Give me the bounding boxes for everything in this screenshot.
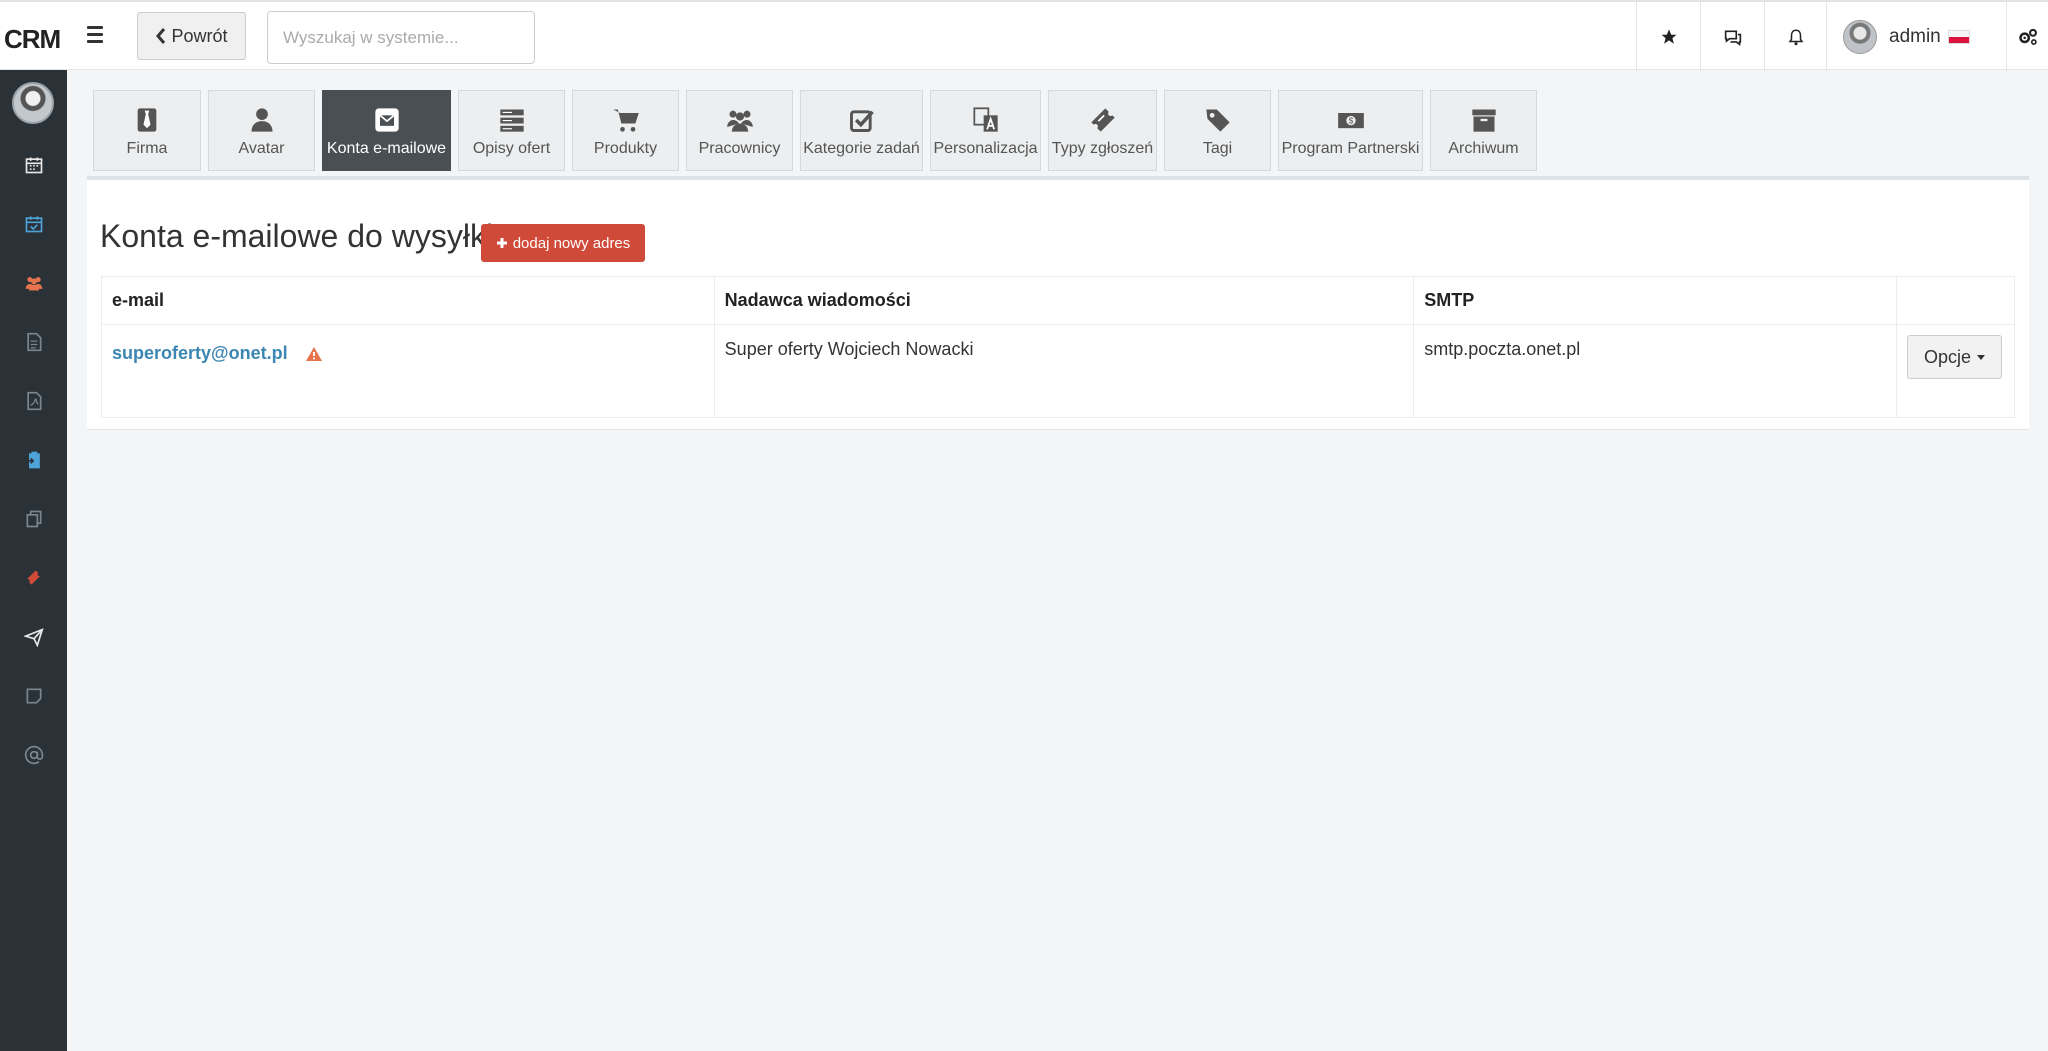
user-menu[interactable]: admin — [1826, 2, 2006, 72]
search-input[interactable] — [267, 11, 535, 64]
tab-firma[interactable]: Firma — [93, 90, 201, 171]
chevron-left-icon — [156, 28, 166, 44]
settings-tabs: Firma Avatar Konta e-mailowe Opisy ofert… — [93, 90, 1544, 172]
chat-icon — [1724, 30, 1741, 46]
tab-archiwum[interactable]: Archiwum — [1430, 90, 1537, 171]
checkbox-icon — [849, 110, 874, 132]
bell-icon — [1788, 29, 1803, 46]
sidebar-item-pdf[interactable] — [0, 379, 67, 423]
sidebar-item-notes[interactable] — [0, 674, 67, 718]
money-icon: $ — [1337, 113, 1364, 129]
copy-icon — [26, 510, 42, 528]
tab-tagi[interactable]: Tagi — [1164, 90, 1271, 171]
column-header-email: e-mail — [101, 276, 715, 325]
tab-avatar[interactable]: Avatar — [208, 90, 315, 171]
users-icon — [25, 277, 42, 291]
file-pdf-icon — [26, 391, 41, 411]
add-new-address-label: dodaj nowy adres — [512, 234, 631, 252]
email-link[interactable]: superoferty@onet.pl — [112, 343, 288, 363]
file-text-icon — [26, 332, 41, 352]
tab-typy-zgloszen[interactable]: Typy zgłoszeń — [1048, 90, 1157, 171]
star-icon — [1661, 29, 1676, 44]
sidebar-item-copy[interactable] — [0, 497, 67, 541]
back-button[interactable]: Powrót — [137, 12, 246, 60]
users-icon — [726, 110, 753, 132]
tab-program-partnerski[interactable]: $ Program Partnerski — [1278, 90, 1423, 171]
sidebar — [0, 70, 67, 1051]
sidebar-item-calendar[interactable] — [0, 143, 67, 187]
tab-personalizacja[interactable]: Personalizacja — [930, 90, 1041, 171]
at-sign-icon — [24, 745, 43, 765]
column-header-smtp: SMTP — [1413, 276, 1897, 325]
tab-pracownicy[interactable]: Pracownicy — [686, 90, 793, 171]
calendar-check-icon — [25, 216, 42, 233]
ticket-icon — [1090, 108, 1115, 132]
email-cell: superoferty@onet.pl — [101, 324, 715, 418]
user-icon — [251, 108, 272, 132]
favorites-button[interactable] — [1636, 2, 1700, 72]
username: admin — [1889, 26, 1971, 48]
smtp-cell: smtp.poczta.onet.pl — [1413, 324, 1897, 418]
ticket-icon — [26, 570, 41, 585]
add-new-address-button[interactable]: dodaj nowy adres — [481, 224, 645, 262]
page-title: Konta e-mailowe do wysyłki — [100, 218, 494, 254]
gears-icon — [2018, 28, 2037, 45]
caret-down-icon — [1977, 354, 1985, 360]
sticky-note-icon — [26, 688, 41, 704]
column-header-sender: Nadawca wiadomości — [713, 276, 1415, 325]
sidebar-item-contacts[interactable] — [0, 261, 67, 305]
table-row: superoferty@onet.pl Super oferty Wojciec… — [101, 324, 2016, 418]
sidebar-item-tasks[interactable] — [0, 202, 67, 246]
calendar-icon — [25, 157, 42, 174]
sender-cell: Super oferty Wojciech Nowacki — [713, 324, 1415, 418]
poland-flag-icon — [1948, 29, 1971, 44]
tab-opisy-ofert[interactable]: Opisy ofert — [458, 90, 565, 171]
tab-kategorie-zadan[interactable]: Kategorie zadań — [800, 90, 923, 171]
tie-icon — [137, 108, 157, 132]
email-accounts-table: e-mail Nadawca wiadomości SMTP superofer… — [101, 276, 2016, 418]
warning-icon[interactable] — [305, 346, 323, 362]
archive-icon — [1471, 109, 1496, 132]
back-button-label: Powrót — [171, 25, 228, 46]
table-header-row: e-mail Nadawca wiadomości SMTP — [101, 276, 2016, 325]
actions-cell: Opcje — [1895, 324, 2016, 418]
envelope-icon — [374, 108, 399, 132]
options-label: Opcje — [1923, 346, 1971, 367]
sidebar-item-email[interactable] — [0, 733, 67, 777]
settings-button[interactable] — [2006, 2, 2048, 72]
tags-icon — [1205, 109, 1230, 132]
messages-button[interactable] — [1700, 2, 1764, 72]
options-dropdown-button[interactable]: Opcje — [1906, 335, 2002, 379]
paper-plane-icon — [23, 628, 44, 647]
top-bar: CRM Powrót admin — [0, 0, 2048, 72]
plus-icon — [496, 238, 507, 248]
column-header-actions — [1895, 276, 2016, 325]
sidebar-item-send[interactable] — [0, 615, 67, 659]
app-logo[interactable]: CRM — [4, 24, 61, 55]
server-list-icon — [499, 109, 524, 132]
avatar — [1843, 20, 1877, 54]
sidebar-item-tickets[interactable] — [0, 556, 67, 600]
translate-icon — [972, 107, 998, 132]
clipboard-icon — [25, 451, 40, 469]
tab-konta-e-mailowe[interactable]: Konta e-mailowe — [322, 90, 451, 171]
sidebar-item-documents[interactable] — [0, 320, 67, 364]
notifications-button[interactable] — [1764, 2, 1826, 72]
menu-toggle-icon[interactable] — [83, 26, 107, 48]
cart-icon — [612, 109, 639, 132]
sidebar-item-clipboard[interactable] — [0, 438, 67, 482]
sidebar-avatar[interactable] — [12, 82, 54, 124]
email-accounts-panel: Konta e-mailowe do wysyłki dodaj nowy ad… — [87, 180, 2029, 430]
tab-produkty[interactable]: Produkty — [572, 90, 679, 171]
svg-text:$: $ — [1348, 117, 1353, 126]
